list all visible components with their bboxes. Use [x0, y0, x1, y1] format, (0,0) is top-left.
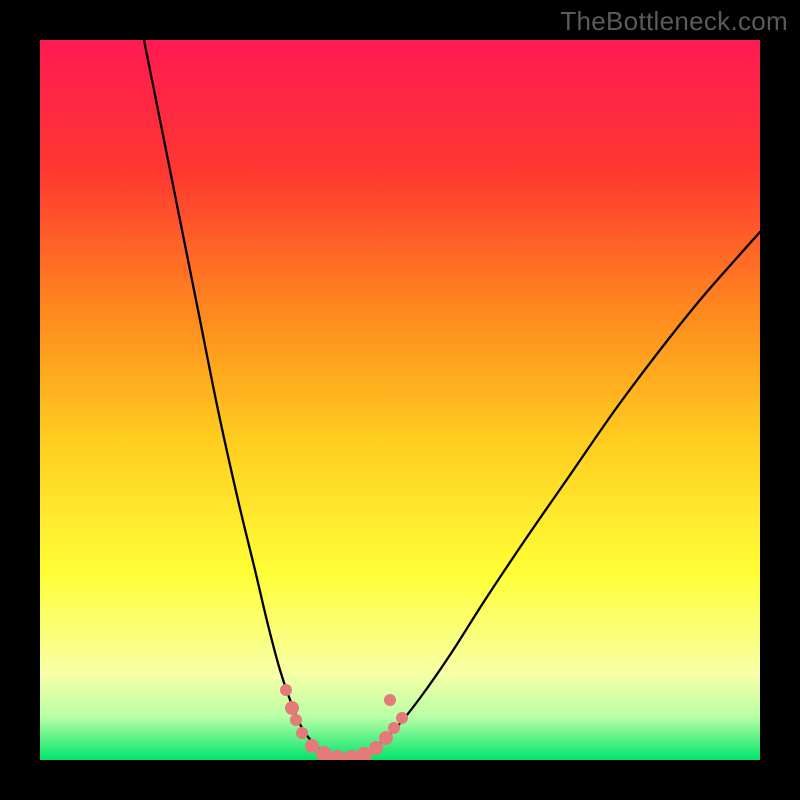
marker-point: [396, 712, 408, 724]
watermark-text: TheBottleneck.com: [560, 6, 788, 37]
marker-point: [388, 722, 400, 734]
curve-right-branch: [345, 232, 760, 759]
plot-area: [40, 40, 760, 760]
marker-point: [280, 684, 292, 696]
marker-point: [290, 714, 302, 726]
marker-point: [296, 727, 308, 739]
curve-layer: [40, 40, 760, 760]
chart-stage: TheBottleneck.com: [0, 0, 800, 800]
marker-point: [384, 694, 396, 706]
marker-group: [280, 684, 408, 760]
series-group: [144, 40, 760, 759]
marker-point: [369, 741, 383, 755]
marker-point: [285, 701, 299, 715]
curve-left-branch: [144, 40, 345, 759]
marker-point: [330, 750, 346, 760]
